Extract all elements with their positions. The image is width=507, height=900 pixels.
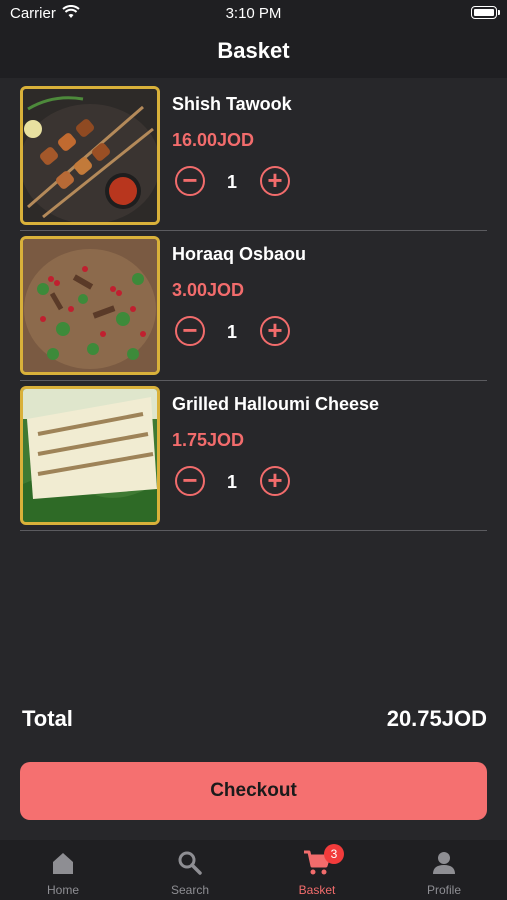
basket-item: Grilled Halloumi Cheese 1.75JOD − 1 + (20, 380, 487, 531)
page-title: Basket (217, 38, 290, 63)
basket-item: Horaaq Osbaou 3.00JOD − 1 + (20, 230, 487, 381)
tab-bar: Home Search 3 Basket Profile (0, 840, 507, 900)
decrease-quantity-button[interactable]: − (175, 166, 205, 196)
tab-search[interactable]: Search (127, 840, 253, 900)
item-name: Horaaq Osbaou (172, 244, 307, 264)
navigation-bar: Basket (0, 28, 507, 78)
decrease-quantity-button[interactable]: − (175, 316, 205, 346)
item-name: Grilled Halloumi Cheese (172, 394, 380, 414)
home-icon (0, 850, 126, 878)
tab-home[interactable]: Home (0, 840, 126, 900)
horaaq-osbaou-photo (20, 236, 160, 375)
basket-item: Shish Tawook 16.00JOD − 1 + (20, 80, 487, 231)
item-quantity: 1 (226, 322, 237, 342)
shish-tawook-photo (20, 86, 160, 225)
increase-quantity-button[interactable]: + (260, 466, 290, 496)
tab-basket[interactable]: 3 Basket (254, 840, 380, 900)
search-icon (127, 850, 253, 878)
status-time: 3:10 PM (225, 5, 282, 22)
total-row: Total 20.75JOD (22, 706, 487, 736)
item-price: 1.75JOD (172, 430, 245, 450)
increase-quantity-button[interactable]: + (260, 166, 290, 196)
tab-label: Basket (298, 883, 336, 897)
tab-label: Search (170, 883, 210, 897)
status-bar: Carrier 3:10 PM (0, 0, 507, 28)
item-name: Shish Tawook (172, 94, 292, 114)
profile-icon (381, 850, 507, 878)
item-price: 16.00JOD (172, 130, 255, 150)
item-quantity: 1 (226, 172, 237, 192)
tab-label: Profile (426, 883, 461, 897)
cart-icon (254, 850, 380, 878)
tab-label: Home (46, 883, 79, 897)
tab-profile[interactable]: Profile (381, 840, 507, 900)
total-value: 20.75JOD (386, 706, 487, 731)
item-price: 3.00JOD (172, 280, 245, 300)
battery-icon (471, 6, 500, 19)
decrease-quantity-button[interactable]: − (175, 466, 205, 496)
item-quantity: 1 (226, 472, 237, 492)
checkout-button[interactable]: Checkout (20, 762, 487, 820)
grilled-halloumi-photo (20, 386, 160, 525)
increase-quantity-button[interactable]: + (260, 316, 290, 346)
cart-badge: 3 (324, 844, 344, 864)
total-label: Total (22, 706, 73, 731)
